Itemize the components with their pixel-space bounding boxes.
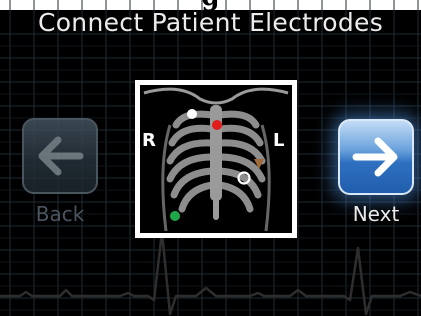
page-title: Connect Patient Electrodes (37, 8, 384, 37)
arrow-left-icon (38, 136, 84, 176)
electrode-right-arm (187, 109, 197, 119)
electrode-left-arm (212, 120, 222, 130)
arrow-right-icon (352, 137, 398, 177)
electrode-placement-diagram (135, 80, 297, 238)
sternum (210, 105, 222, 201)
torso-outline (143, 87, 289, 105)
diagram-canvas (140, 85, 292, 233)
ecg-waveform (0, 230, 421, 316)
next-label[interactable]: Next (334, 202, 418, 226)
right-side-label: R (142, 130, 156, 151)
electrode-right-leg (170, 211, 180, 221)
back-button[interactable] (22, 118, 98, 194)
torso-illustration (143, 87, 289, 232)
left-side-label: L (273, 130, 285, 151)
next-button[interactable] (338, 119, 414, 195)
back-label[interactable]: Back (18, 202, 102, 226)
